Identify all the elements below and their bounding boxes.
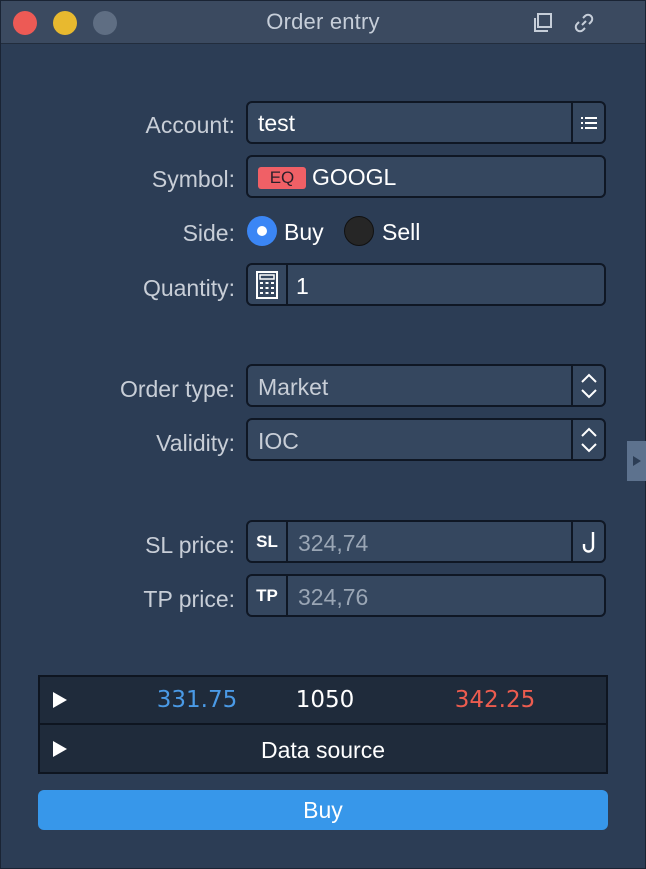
- validity-stepper[interactable]: [571, 420, 604, 459]
- quote-size: 1050: [295, 687, 355, 713]
- stepper-icon: [580, 427, 597, 452]
- tp-price-placeholder: 324,76: [298, 584, 369, 610]
- sl-price-placeholder: 324,74: [298, 530, 369, 556]
- data-source-row[interactable]: Data source: [40, 726, 606, 774]
- hook-icon: [582, 531, 594, 553]
- tp-price-label: TP price:: [143, 586, 235, 612]
- list-icon: [580, 116, 597, 129]
- symbol-value: GOOGL: [312, 164, 397, 190]
- order-type-value: Market: [258, 374, 329, 400]
- data-source-label: Data source: [260, 737, 385, 763]
- bid-price: 331.75: [156, 687, 238, 713]
- sl-prefix: SL: [248, 522, 288, 561]
- quantity-calculator-button[interactable]: [248, 265, 288, 304]
- expand-right-icon: [633, 456, 641, 466]
- sl-price-field[interactable]: SL 324,74: [246, 520, 606, 563]
- validity-value: IOC: [258, 428, 299, 454]
- validity-label: Validity:: [156, 430, 235, 456]
- buy-button[interactable]: Buy: [38, 790, 608, 830]
- equity-badge: EQ: [258, 167, 306, 189]
- sl-attach-button[interactable]: [571, 522, 604, 561]
- quote-panel: 331.75 1050 342.25 Data source: [38, 675, 608, 774]
- quantity-value: 1: [296, 273, 309, 299]
- side-panel-toggle[interactable]: [627, 441, 646, 481]
- order-type-stepper[interactable]: [571, 366, 604, 405]
- sl-price-label: SL price:: [145, 532, 235, 558]
- account-field[interactable]: test: [246, 101, 606, 144]
- tp-prefix: TP: [248, 576, 288, 615]
- quote-row[interactable]: 331.75 1050 342.25: [40, 677, 606, 725]
- side-buy-radio[interactable]: [247, 216, 277, 246]
- side-label: Side:: [182, 220, 235, 246]
- account-list-button[interactable]: [571, 103, 604, 142]
- order-entry-window: Order entry Account: test Symbol: EQ GOO…: [0, 0, 646, 869]
- stepper-icon: [580, 373, 597, 398]
- quantity-label: Quantity:: [142, 275, 235, 301]
- symbol-field[interactable]: EQ GOOGL: [246, 155, 606, 198]
- title-bar[interactable]: Order entry: [1, 1, 645, 44]
- link-icon[interactable]: [572, 11, 596, 35]
- order-type-select[interactable]: Market: [246, 364, 606, 407]
- order-type-label: Order type:: [119, 376, 235, 402]
- side-sell-label[interactable]: Sell: [382, 219, 420, 246]
- play-icon[interactable]: [52, 691, 68, 709]
- tp-price-field[interactable]: TP 324,76: [246, 574, 606, 617]
- ask-price: 342.25: [454, 687, 536, 713]
- account-value: test: [258, 110, 296, 136]
- account-label: Account:: [145, 112, 236, 138]
- calculator-icon: [256, 270, 278, 299]
- symbol-label: Symbol:: [151, 166, 235, 192]
- side-buy-label[interactable]: Buy: [284, 219, 324, 246]
- quantity-field[interactable]: 1: [246, 263, 606, 306]
- validity-select[interactable]: IOC: [246, 418, 606, 461]
- side-sell-radio[interactable]: [344, 216, 374, 246]
- copy-window-icon[interactable]: [531, 11, 555, 35]
